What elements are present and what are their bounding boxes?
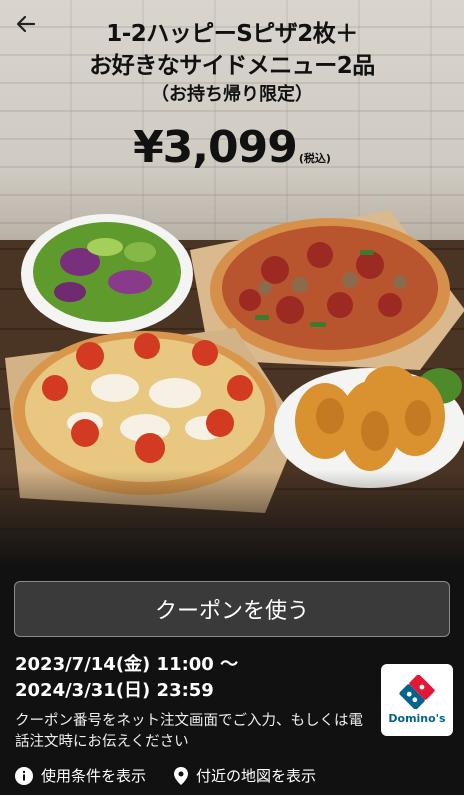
coupon-price: ¥3,099 (税込) bbox=[0, 122, 464, 173]
valid-from: 2023/7/14(金) 11:00 〜 bbox=[15, 654, 239, 675]
coupon-title: 1-2ハッピーSピザ2枚＋ お好きなサイドメニュー2品 （お持ち帰り限定） bbox=[0, 18, 464, 108]
domino-tile-icon bbox=[399, 675, 435, 709]
hero-fade bbox=[0, 470, 464, 568]
valid-to: 2024/3/31(日) 23:59 bbox=[15, 680, 214, 701]
info-icon bbox=[15, 766, 33, 785]
dominos-logo: Domino's bbox=[381, 664, 453, 736]
price-tax-note: (税込) bbox=[298, 152, 331, 165]
show-terms-link[interactable]: 使用条件を表示 bbox=[15, 765, 146, 786]
show-map-link[interactable]: 付近の地図を表示 bbox=[174, 765, 316, 786]
show-terms-label: 使用条件を表示 bbox=[41, 767, 147, 785]
footer-links: 使用条件を表示 付近の地図を表示 bbox=[15, 765, 316, 786]
coupon-instructions: クーポン番号をネット注文画面でご入力、もしくは電話注文時にお伝えください bbox=[15, 713, 363, 750]
title-line3: （お持ち帰り限定） bbox=[151, 84, 313, 105]
logo-text: Domino's bbox=[388, 712, 446, 725]
hero-image: 1-2ハッピーSピザ2枚＋ お好きなサイドメニュー2品 （お持ち帰り限定） ¥3… bbox=[0, 0, 464, 568]
title-line2: お好きなサイドメニュー2品 bbox=[89, 53, 375, 79]
use-coupon-button[interactable]: クーポンを使う bbox=[14, 581, 450, 637]
map-pin-icon bbox=[174, 766, 189, 785]
coupon-details: クーポンを使う 2023/7/14(金) 11:00 〜 2024/3/31(日… bbox=[0, 568, 464, 795]
show-map-label: 付近の地図を表示 bbox=[196, 767, 317, 785]
validity-period: 2023/7/14(金) 11:00 〜 2024/3/31(日) 23:59 bbox=[15, 652, 238, 704]
title-line1: 1-2ハッピーSピザ2枚＋ bbox=[106, 21, 358, 47]
price-amount: ¥3,099 bbox=[133, 122, 298, 173]
